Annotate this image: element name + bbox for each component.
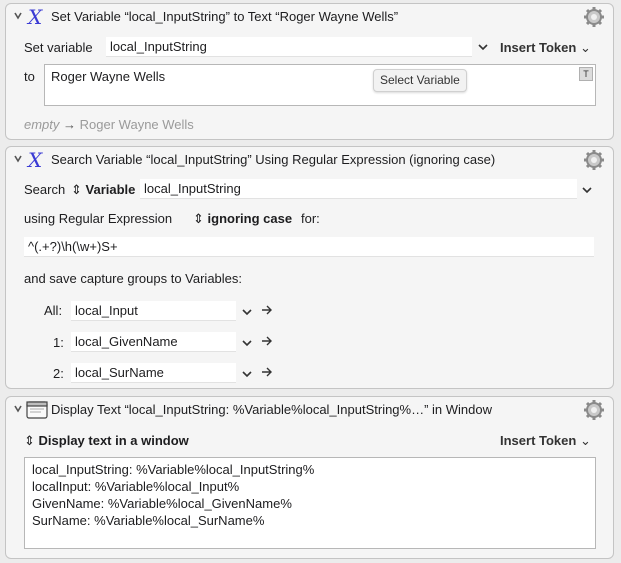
text-value-area[interactable]: Roger Wayne Wells Select Variable T [44, 64, 596, 106]
arrow-right-icon[interactable] [261, 336, 273, 346]
text-line: GivenName: %Variable%local_GivenName% [32, 496, 292, 511]
collapse-chevron-icon[interactable] [13, 10, 23, 22]
insert-token-label: Insert Token [500, 40, 577, 55]
variable-dropdown-icon[interactable] [581, 185, 593, 195]
arrow-right-icon: → [63, 117, 77, 132]
result-after: Roger Wayne Wells [79, 117, 194, 132]
arrow-right-icon[interactable] [261, 305, 273, 315]
action-title: Display Text “local_InputString: %Variab… [51, 402, 493, 417]
group-2-label: 2: [53, 366, 64, 381]
text-value: Roger Wayne Wells [51, 69, 166, 84]
gear-icon[interactable] [583, 6, 605, 28]
for-label: for: [301, 211, 320, 226]
svg-text:X: X [26, 150, 43, 170]
action-display-text: Display Text “local_InputString: %Variab… [5, 396, 614, 559]
action-set-variable: X Set Variable “local_InputString” to Te… [5, 3, 614, 140]
group-2-field[interactable]: local_SurName [71, 363, 236, 383]
gear-icon[interactable] [583, 149, 605, 171]
group-1-dropdown-icon[interactable] [241, 338, 253, 348]
arrow-right-icon[interactable] [261, 367, 273, 377]
display-text-area[interactable]: local_InputString: %Variable%local_Input… [24, 457, 596, 549]
set-variable-label: Set variable [24, 40, 93, 55]
search-label: Search [24, 182, 66, 197]
select-variable-button[interactable]: Select Variable [373, 69, 467, 92]
search-type-popup[interactable]: ⇕ Variable [71, 182, 135, 198]
group-1-field[interactable]: local_GivenName [71, 332, 236, 352]
insert-token-menu[interactable]: Insert Token ⌄ [500, 40, 591, 56]
text-line: SurName: %Variable%local_SurName% [32, 513, 265, 528]
text-line: localInput: %Variable%local_Input% [32, 479, 240, 494]
group-1-label: 1: [53, 335, 64, 350]
svg-text:X: X [26, 7, 43, 27]
group-2-dropdown-icon[interactable] [241, 369, 253, 379]
collapse-chevron-icon[interactable] [13, 403, 23, 415]
chevron-down-icon: ⌄ [579, 40, 591, 55]
insert-token-menu[interactable]: Insert Token ⌄ [500, 433, 591, 449]
group-all-dropdown-icon[interactable] [241, 307, 253, 317]
action-search-variable: X Search Variable “local_InputString” Us… [5, 146, 614, 389]
case-mode-popup[interactable]: ⇕ ignoring case [193, 211, 292, 227]
updown-chevron-icon: ⇕ [193, 211, 204, 226]
updown-chevron-icon: ⇕ [24, 433, 35, 448]
variable-x-icon: X [26, 150, 43, 170]
to-label: to [24, 69, 35, 84]
variable-x-icon: X [26, 7, 43, 27]
using-regex-label: using Regular Expression [24, 211, 173, 226]
display-mode-popup[interactable]: ⇕ Display text in a window [24, 433, 189, 449]
display-mode-label: Display text in a window [38, 433, 189, 448]
regex-field[interactable]: ^(.+?)\h(\w+)S+ [24, 237, 594, 257]
search-type-label: Variable [85, 182, 136, 197]
text-format-badge[interactable]: T [579, 67, 593, 81]
chevron-down-icon: ⌄ [579, 433, 591, 448]
text-line: local_InputString: %Variable%local_Input… [32, 462, 315, 477]
group-all-label: All: [44, 303, 63, 318]
result-before: empty [24, 117, 60, 132]
action-header[interactable]: X Set Variable “local_InputString” to Te… [6, 4, 613, 30]
window-icon [26, 401, 48, 419]
save-groups-label: and save capture groups to Variables: [24, 271, 243, 286]
variable-name-field[interactable]: local_InputString [106, 37, 472, 57]
action-header[interactable]: X Search Variable “local_InputString” Us… [6, 147, 613, 173]
updown-chevron-icon: ⇕ [71, 182, 82, 197]
result-preview: empty → Roger Wayne Wells [24, 117, 194, 132]
collapse-chevron-icon[interactable] [13, 153, 23, 165]
case-mode-label: ignoring case [207, 211, 293, 226]
action-title: Search Variable “local_InputString” Usin… [51, 152, 496, 167]
insert-token-label: Insert Token [500, 433, 577, 448]
variable-dropdown-icon[interactable] [477, 42, 489, 52]
gear-icon[interactable] [583, 399, 605, 421]
group-all-field[interactable]: local_Input [71, 301, 236, 321]
search-variable-field[interactable]: local_InputString [140, 179, 577, 199]
action-title: Set Variable “local_InputString” to Text… [51, 9, 399, 24]
action-header[interactable]: Display Text “local_InputString: %Variab… [6, 397, 613, 423]
